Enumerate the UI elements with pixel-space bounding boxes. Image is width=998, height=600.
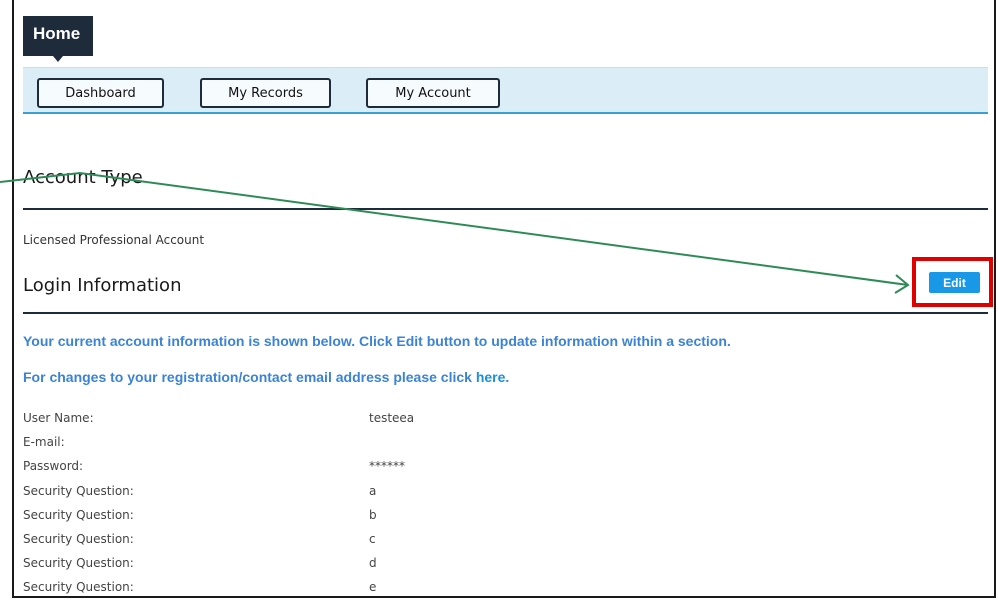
- annotation-overlay: [0, 171, 910, 294]
- annotation-arrow-icon: [0, 171, 909, 286]
